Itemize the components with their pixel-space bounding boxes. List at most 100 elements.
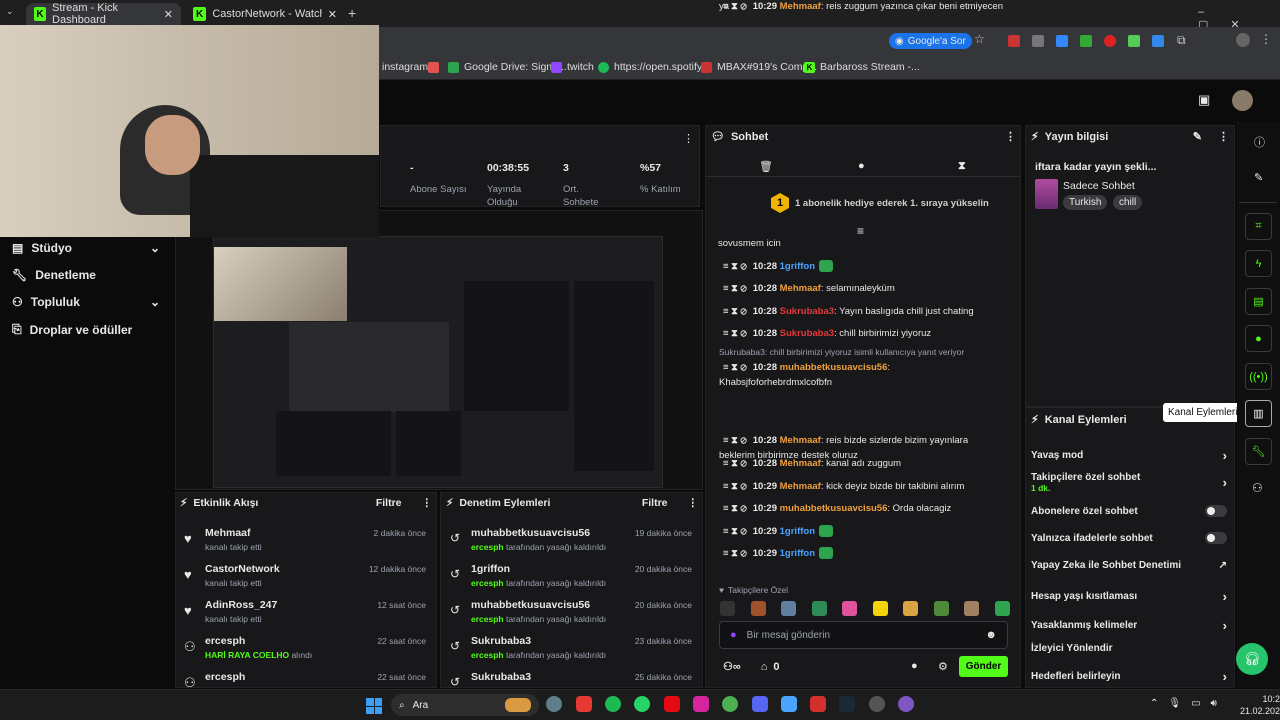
emote-icon[interactable] [872,601,888,616]
extension-icon[interactable] [1056,35,1068,47]
more-icon[interactable]: ⋮ [1218,130,1229,143]
steam-icon[interactable] [839,696,855,712]
moderation-user[interactable]: muhabbetkusuavcisu56 [471,527,590,539]
extension-icon[interactable] [1008,35,1020,47]
more-icon[interactable]: ⋮ [422,497,433,509]
chat-input[interactable]: ● Bir mesaj gönderin ☻ [719,621,1008,649]
tab-list-icon[interactable]: ⌄ [6,6,20,20]
taskbar-search[interactable]: ⌕ Ara [391,694,539,716]
channel-action-item[interactable]: Yavaş mod › [1031,448,1227,463]
bookmark-item[interactable]: instagram [382,58,428,76]
mod-actions-icon[interactable]: ≡ ⧗ ⊘ [723,362,747,373]
filter-button[interactable]: Filtre [642,497,668,509]
close-icon[interactable]: ✕ [164,8,173,21]
emote-icon[interactable] [842,601,857,616]
chat-username[interactable]: Sukrubaba3 [780,306,834,317]
chat-bubble-icon[interactable]: ● [911,660,918,672]
menu-icon[interactable]: ⋮ [1260,32,1272,46]
mod-actions-icon[interactable]: ≡ ⧗ ⊘ [723,548,747,559]
app-icon[interactable] [781,696,797,712]
more-icon[interactable]: ⋮ [1005,130,1016,143]
emote-icon[interactable] [811,601,827,616]
toggle-switch[interactable] [1205,505,1227,517]
channel-action-item[interactable]: Hedefleri belirleyin › [1031,669,1227,684]
channel-action-item[interactable]: Yapay Zeka ile Sohbet Denetimi ↗ [1031,560,1227,571]
chat-bubble-icon[interactable]: ● [1245,325,1272,352]
send-button[interactable]: Gönder [959,656,1008,677]
emote-icon[interactable] [964,601,979,616]
user-avatar[interactable] [1232,90,1253,111]
extension-icon[interactable] [1080,35,1092,47]
emoji-icon[interactable]: ☻ [985,629,997,641]
chat-username[interactable]: Mehmaaf [780,435,821,446]
bookmark-item[interactable]: MBAX#919's Comp... [701,58,817,76]
puzzle-icon[interactable]: ⧉ [1177,33,1186,48]
chat-username[interactable]: muhabbetkusuavcisu56 [780,362,888,373]
netflix-icon[interactable] [664,696,680,712]
instagram-icon[interactable] [693,696,709,712]
channel-action-item[interactable]: Yasaklanmış kelimeler › [1031,618,1227,633]
store-icon[interactable]: ⌂ [761,661,768,673]
community-icon[interactable]: ⚇∞ [723,660,741,673]
settings-app-icon[interactable] [546,696,562,712]
pin-icon[interactable]: ≡ [857,224,864,238]
gear-icon[interactable]: ⚙ [938,660,948,673]
chat-username[interactable]: 1griffon [780,548,815,559]
nav-community[interactable]: ⚇ Topluluk ⌄ [12,295,160,309]
extension-icon[interactable] [1128,35,1140,47]
channel-action-item[interactable]: Abonelere özel sohbet [1031,505,1227,517]
gift-banner[interactable]: 1 1 abonelik hediye ederek 1. sıraya yük… [771,193,989,213]
bookmark-item[interactable]: Google Drive: Sign-i... [448,58,567,76]
mod-actions-icon[interactable]: ≡ ⧗ ⊘ [723,526,747,537]
profile-avatar[interactable] [1236,33,1250,47]
app-icon[interactable] [576,696,592,712]
chat-bubble-icon[interactable]: ● [858,160,865,172]
tab-castor[interactable]: K CastorNetwork - Watch the VO ✕ [185,3,345,25]
activity-user[interactable]: AdinRoss_247 [205,599,277,611]
nav-drops[interactable]: ⎘ Droplar ve ödüller [12,322,132,337]
emote-icon[interactable] [720,601,735,616]
bookmark-item[interactable]: twitch [551,58,594,76]
spotify-icon[interactable] [605,696,621,712]
more-icon[interactable]: ⋮ [683,132,694,145]
close-icon[interactable]: ✕ [328,8,337,21]
moderation-user[interactable]: 1griffon [471,563,510,575]
app-icon[interactable] [810,696,826,712]
extension-icon[interactable] [1152,35,1164,47]
document-icon[interactable]: ▤ [1245,288,1272,315]
chat-username[interactable]: 1griffon [780,526,815,537]
mod-actions-icon[interactable]: ≡ ⧗ ⊘ [723,306,747,317]
tray-icons[interactable]: ⌃🎙︎▭🔊︎ [1150,698,1227,709]
windows-start-icon[interactable] [366,698,382,714]
mod-actions-icon[interactable]: ≡ ⧗ ⊘ [723,261,747,272]
stream-preview-video[interactable] [213,236,663,488]
channel-action-item[interactable]: Yalnızca ifadelerle sohbet [1031,532,1227,544]
mod-actions-icon[interactable]: ≡ ⧗ ⊘ [723,481,747,492]
mod-actions-icon[interactable]: ≡ ⧗ ⊘ [723,328,747,339]
extension-icon[interactable] [1104,35,1116,47]
edit-icon[interactable]: ✎ [1193,130,1202,143]
wrench-icon[interactable]: 🔧︎ [1245,438,1272,465]
new-tab-icon[interactable]: + [348,5,356,21]
chat-username[interactable]: Mehmaaf [780,458,821,469]
tab-kick-dashboard[interactable]: K Stream - Kick Dashboard ✕ [26,2,181,26]
nav-studio[interactable]: ▤ Stüdyo ⌄ [12,241,160,255]
google-ask-button[interactable]: ◉ Google'a Sor [889,33,972,49]
community-icon[interactable]: ⚇ [1252,481,1263,495]
nav-moderation[interactable]: 🔧︎ Denetleme [12,268,96,282]
bookmark-item[interactable]: K Barbaross Stream -... [804,58,920,76]
trash-icon[interactable]: 🗑︎ [759,160,773,173]
moderation-user[interactable]: Sukrubaba3 [471,671,531,683]
discord-icon[interactable] [752,696,768,712]
extension-icon[interactable] [1032,35,1044,47]
chrome-icon[interactable] [722,696,738,712]
chat-username[interactable]: Sukrubaba3 [780,328,834,339]
broadcast-icon[interactable]: ((•)) [1245,363,1272,390]
chat-username[interactable]: Mehmaaf [780,283,821,294]
mod-actions-icon[interactable]: ≡ ⧗ ⊘ [723,503,747,514]
bookmark-item[interactable]: https://open.spotify.... [598,58,713,76]
star-icon[interactable]: ☆ [974,32,985,46]
bolt-icon[interactable]: ϟ [1245,250,1272,277]
emote-icon[interactable] [903,601,918,616]
chat-username[interactable]: muhabbetkusuavcisu56 [780,503,888,514]
